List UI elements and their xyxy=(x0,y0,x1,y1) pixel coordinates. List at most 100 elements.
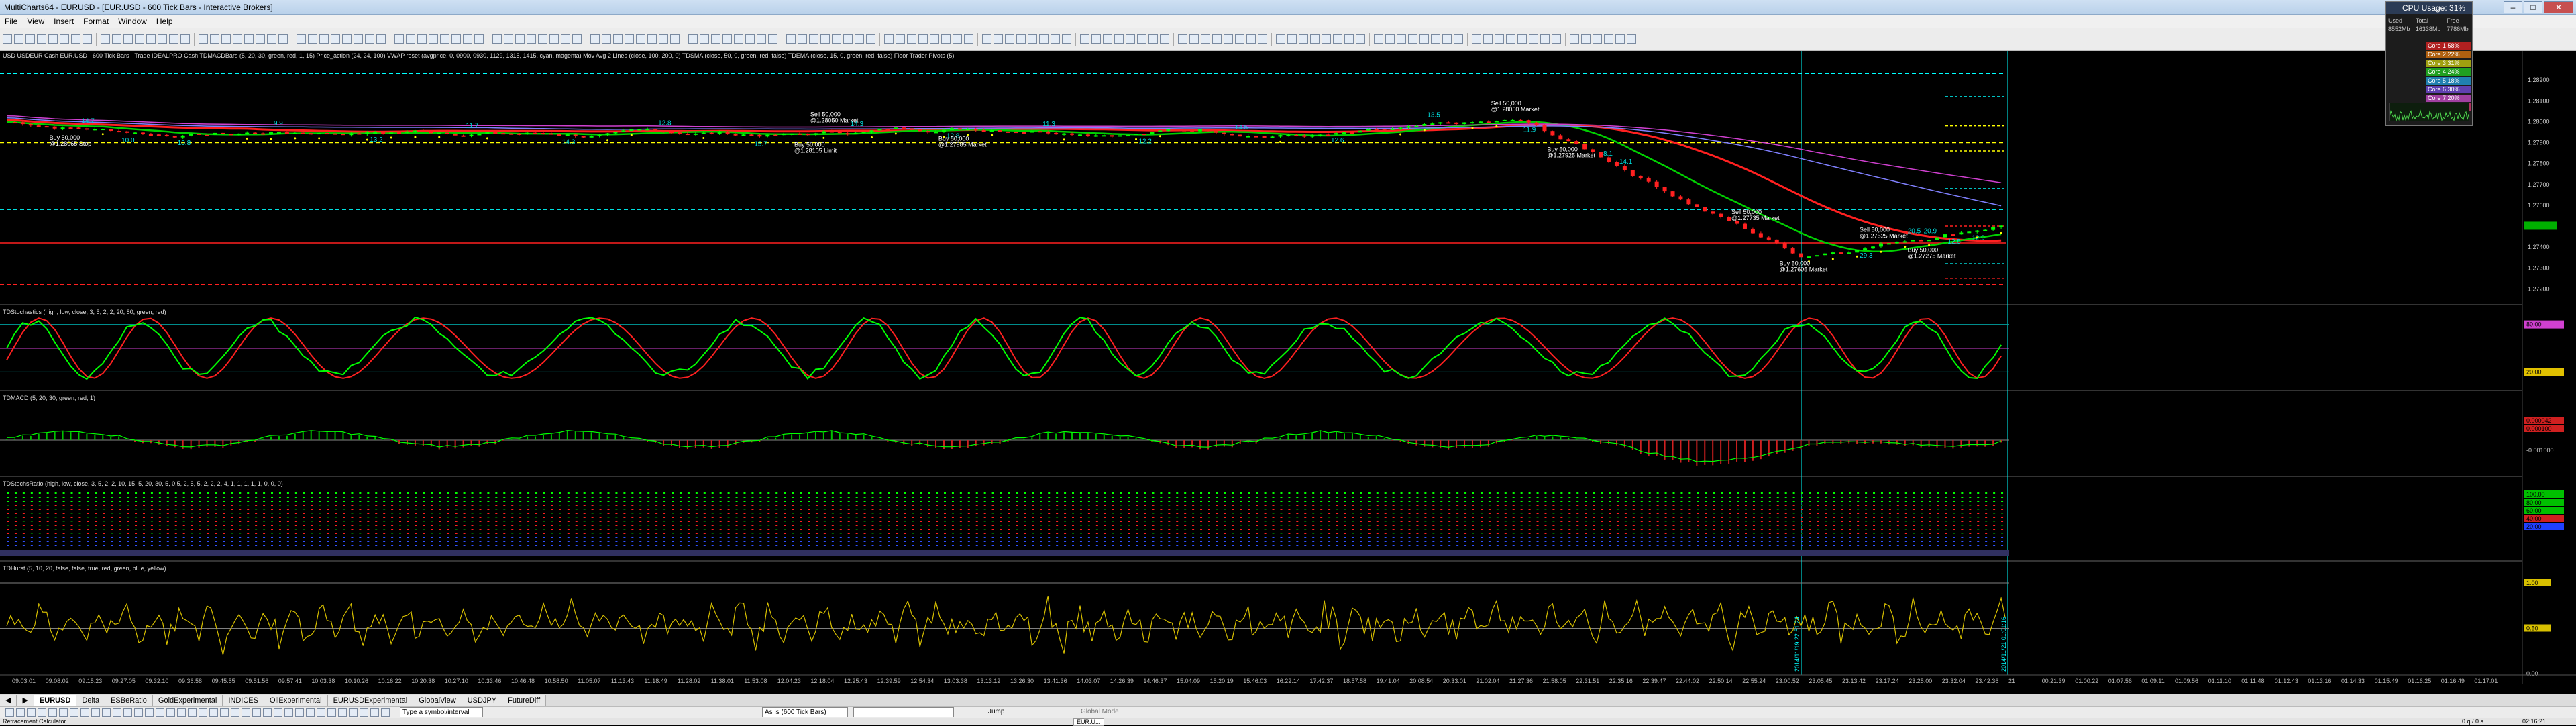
toolbar-button-icon[interactable] xyxy=(210,34,219,44)
drawing-tool-icon[interactable] xyxy=(241,708,250,717)
toolbar-button-icon[interactable] xyxy=(1148,34,1158,44)
tab-globalview[interactable]: GlobalView xyxy=(413,694,462,706)
toolbar-button-icon[interactable] xyxy=(745,34,755,44)
maximize-button[interactable]: □ xyxy=(2524,1,2542,13)
toolbar-button-icon[interactable] xyxy=(832,34,841,44)
toolbar-button-icon[interactable] xyxy=(1442,34,1452,44)
toolbar-button-icon[interactable] xyxy=(572,34,582,44)
toolbar-button-icon[interactable] xyxy=(1333,34,1342,44)
drawing-tool-icon[interactable] xyxy=(156,708,164,717)
jump-button[interactable]: Jump xyxy=(986,707,1024,717)
tab-scroll-right[interactable]: ▶ xyxy=(17,694,34,706)
toolbar-button-icon[interactable] xyxy=(440,34,449,44)
toolbar-button-icon[interactable] xyxy=(1570,34,1579,44)
drawing-tool-icon[interactable] xyxy=(91,708,100,717)
drawing-tool-icon[interactable] xyxy=(166,708,175,717)
toolbar-button-icon[interactable] xyxy=(1344,34,1354,44)
drawing-tool-icon[interactable] xyxy=(306,708,315,717)
toolbar-button-icon[interactable] xyxy=(1224,34,1233,44)
menu-view[interactable]: View xyxy=(22,17,49,26)
cpu-usage-panel[interactable]: CPU Usage: 31% Used Total Free 8552Mb 16338… xyxy=(2385,1,2473,126)
toolbar-button-icon[interactable] xyxy=(451,34,461,44)
minimize-button[interactable]: – xyxy=(2504,1,2522,13)
toolbar-button-icon[interactable] xyxy=(3,34,12,44)
toolbar-button-icon[interactable] xyxy=(757,34,766,44)
toolbar-button-icon[interactable] xyxy=(406,34,415,44)
toolbar-button-icon[interactable] xyxy=(930,34,939,44)
drawing-tool-icon[interactable] xyxy=(360,708,368,717)
toolbar-button-icon[interactable] xyxy=(1137,34,1146,44)
tab-esberatio[interactable]: ESBeRatio xyxy=(105,694,153,706)
drawing-tool-icon[interactable] xyxy=(220,708,229,717)
toolbar-button-icon[interactable] xyxy=(1483,34,1493,44)
drawing-tool-icon[interactable] xyxy=(145,708,154,717)
toolbar-button-icon[interactable] xyxy=(1160,34,1169,44)
tab-oilexperimental[interactable]: OilExperimental xyxy=(264,694,328,706)
symbol-input[interactable]: Type a symbol/interval xyxy=(400,707,483,717)
toolbar-button-icon[interactable] xyxy=(1246,34,1256,44)
toolbar-button-icon[interactable] xyxy=(1201,34,1210,44)
toolbar-button-icon[interactable] xyxy=(492,34,502,44)
toolbar-button-icon[interactable] xyxy=(659,34,668,44)
toolbar-button-icon[interactable] xyxy=(135,34,144,44)
menu-insert[interactable]: Insert xyxy=(49,17,78,26)
toolbar-button-icon[interactable] xyxy=(354,34,363,44)
toolbar-button-icon[interactable] xyxy=(625,34,634,44)
toolbar-button-icon[interactable] xyxy=(538,34,547,44)
toolbar-button-icon[interactable] xyxy=(1506,34,1515,44)
toolbar-button-icon[interactable] xyxy=(1540,34,1550,44)
drawing-tool-icon[interactable] xyxy=(338,708,347,717)
drawing-tool-icon[interactable] xyxy=(274,708,282,717)
toolbar-button-icon[interactable] xyxy=(267,34,276,44)
drawing-tool-icon[interactable] xyxy=(38,708,46,717)
toolbar-button-icon[interactable] xyxy=(83,34,92,44)
taskbar-chart-item[interactable]: EUR.U... xyxy=(1073,718,1104,726)
toolbar-button-icon[interactable] xyxy=(169,34,178,44)
drawing-tool-icon[interactable] xyxy=(252,708,261,717)
toolbar-button-icon[interactable] xyxy=(1356,34,1365,44)
toolbar-button-icon[interactable] xyxy=(199,34,208,44)
toolbar-button-icon[interactable] xyxy=(297,34,306,44)
toolbar-button-icon[interactable] xyxy=(884,34,894,44)
toolbar-button-icon[interactable] xyxy=(734,34,743,44)
toolbar-button-icon[interactable] xyxy=(843,34,853,44)
toolbar-button-icon[interactable] xyxy=(1431,34,1440,44)
drawing-tool-icon[interactable] xyxy=(199,708,207,717)
toolbar-button-icon[interactable] xyxy=(429,34,438,44)
close-button[interactable]: ✕ xyxy=(2544,1,2573,13)
menu-window[interactable]: Window xyxy=(113,17,152,26)
toolbar-button-icon[interactable] xyxy=(613,34,623,44)
toolbar-button-icon[interactable] xyxy=(1051,34,1060,44)
toolbar-button-icon[interactable] xyxy=(982,34,991,44)
toolbar-button-icon[interactable] xyxy=(1385,34,1395,44)
tab-goldexperimental[interactable]: GoldExperimental xyxy=(152,694,223,706)
drawing-tool-icon[interactable] xyxy=(349,708,358,717)
toolbar-button-icon[interactable] xyxy=(700,34,709,44)
toolbar-button-icon[interactable] xyxy=(1310,34,1320,44)
toolbar-button-icon[interactable] xyxy=(394,34,404,44)
toolbar-button-icon[interactable] xyxy=(37,34,46,44)
toolbar-button-icon[interactable] xyxy=(60,34,69,44)
toolbar-button-icon[interactable] xyxy=(602,34,611,44)
toolbar-button-icon[interactable] xyxy=(158,34,167,44)
toolbar-button-icon[interactable] xyxy=(1039,34,1049,44)
tab-delta[interactable]: Delta xyxy=(76,694,106,706)
toolbar-button-icon[interactable] xyxy=(722,34,732,44)
toolbar-button-icon[interactable] xyxy=(1028,34,1037,44)
toolbar-button-icon[interactable] xyxy=(1062,34,1071,44)
toolbar-button-icon[interactable] xyxy=(711,34,720,44)
toolbar-button-icon[interactable] xyxy=(994,34,1003,44)
toolbar-button-icon[interactable] xyxy=(25,34,35,44)
toolbar-button-icon[interactable] xyxy=(1091,34,1101,44)
toolbar-button-icon[interactable] xyxy=(1529,34,1538,44)
toolbar-button-icon[interactable] xyxy=(647,34,657,44)
toolbar-button-icon[interactable] xyxy=(319,34,329,44)
drawing-tool-icon[interactable] xyxy=(327,708,336,717)
toolbar-button-icon[interactable] xyxy=(1235,34,1244,44)
drawing-tool-icon[interactable] xyxy=(70,708,78,717)
drawing-tool-icon[interactable] xyxy=(5,708,14,717)
drawing-tool-icon[interactable] xyxy=(48,708,57,717)
toolbar-button-icon[interactable] xyxy=(918,34,928,44)
toolbar-button-icon[interactable] xyxy=(1126,34,1135,44)
toolbar-button-icon[interactable] xyxy=(1103,34,1112,44)
